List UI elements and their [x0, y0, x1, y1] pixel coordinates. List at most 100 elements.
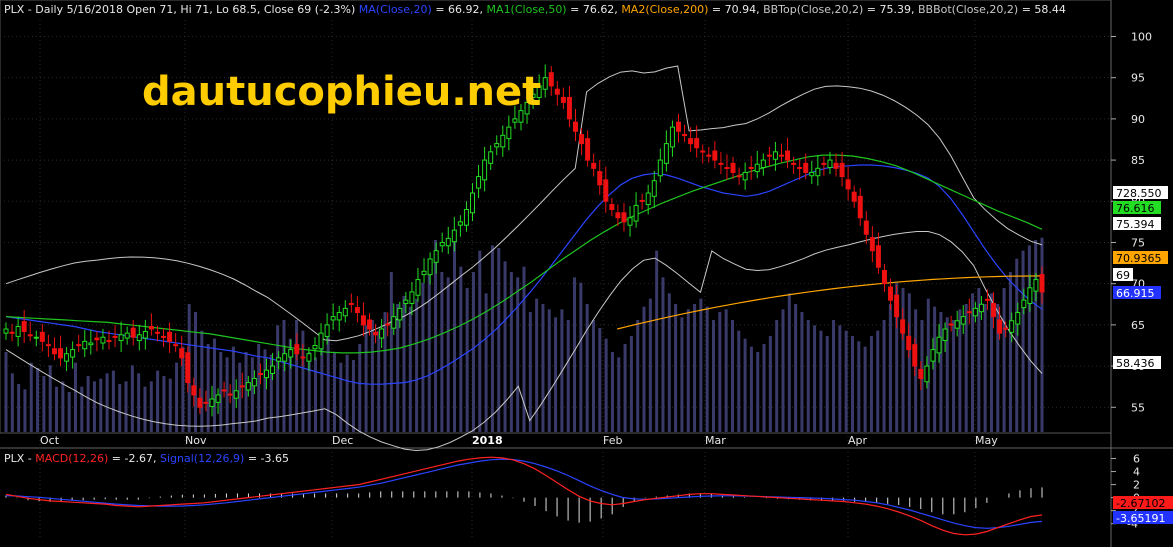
volume-bar: [415, 298, 419, 432]
candle-body: [948, 323, 954, 326]
volume-bar: [573, 277, 577, 432]
candle-body: [1033, 279, 1039, 292]
candle-body: [1009, 320, 1015, 333]
candle-body: [778, 154, 784, 157]
volume-bar: [250, 357, 254, 432]
candle-body: [470, 192, 476, 214]
volume-bar: [10, 373, 14, 432]
volume-bar: [876, 330, 880, 432]
legend-series-name: MA2(Close,200): [621, 3, 708, 16]
volume-bar: [465, 288, 469, 432]
volume-bar: [1008, 272, 1012, 432]
macd-value-tag-label: -3.65191: [1116, 512, 1165, 525]
volume-bar: [629, 336, 633, 432]
volume-bar: [490, 245, 494, 432]
candle-body: [403, 299, 409, 304]
candle-body: [64, 353, 70, 362]
volume-bar: [4, 352, 8, 432]
candle-body: [803, 162, 809, 173]
candle-body: [621, 212, 627, 223]
candle-body: [730, 162, 736, 173]
volume-bar: [674, 304, 678, 432]
volume-bar: [699, 298, 703, 432]
volume-bar: [314, 357, 318, 432]
candle-body: [851, 191, 857, 202]
candle-body: [791, 162, 797, 165]
candle-body: [712, 150, 718, 161]
candle-body: [203, 401, 209, 404]
volume-bar: [762, 344, 766, 432]
volume-bar: [610, 352, 614, 432]
volume-bar: [124, 381, 128, 432]
volume-bar: [111, 370, 115, 432]
candle-body: [863, 220, 869, 235]
candle-body: [494, 143, 500, 148]
volume-bar: [427, 258, 431, 432]
candle-body: [645, 192, 651, 206]
candle-body: [924, 365, 930, 383]
chart-canvas[interactable]: 1009590858075706560556420-2-4OctNovDec20…: [0, 0, 1173, 547]
legend-series-name: BBBot(Close,20,2): [918, 3, 1018, 16]
candle-body: [506, 126, 512, 140]
candle-body: [457, 221, 463, 226]
volume-bar: [585, 304, 589, 432]
macd-value-tag-label: -2.67102: [1116, 497, 1165, 510]
volume-bar: [844, 330, 848, 432]
volume-bar: [604, 338, 608, 432]
volume-bar: [282, 320, 286, 432]
volume-bar: [55, 386, 59, 432]
candle-body: [566, 96, 572, 120]
candle-body: [112, 335, 118, 338]
candle-body: [142, 330, 148, 339]
candle-body: [603, 179, 609, 202]
candle-body: [809, 171, 815, 177]
volume-bar: [351, 360, 355, 432]
candle-body: [845, 179, 851, 190]
candle-body: [888, 286, 894, 301]
candle-body: [58, 348, 64, 359]
macd-tick-label: 2: [1133, 479, 1140, 492]
volume-bar: [636, 320, 640, 432]
candle-body: [694, 138, 700, 149]
candle-body: [27, 334, 33, 337]
candle-body: [966, 311, 972, 314]
candle-body: [585, 138, 591, 161]
candle-body: [821, 162, 827, 165]
candle-body: [251, 377, 257, 387]
candle-body: [869, 237, 875, 252]
volume-bar: [143, 386, 147, 432]
candle-body: [881, 269, 887, 285]
legend-series-value: = 66.92,: [432, 3, 487, 16]
price-header: PLX - Daily 5/16/2018 Open 71, Hi 71, Lo…: [4, 3, 1066, 16]
price-tick-label: 95: [1131, 72, 1145, 85]
candle-body: [385, 323, 391, 326]
volume-bar: [175, 362, 179, 432]
volume-bar: [364, 325, 368, 432]
candle-body: [700, 150, 706, 153]
candle-body: [476, 176, 482, 189]
volume-bar: [756, 352, 760, 432]
legend-series-name: BBTop(Close,20,2): [763, 3, 863, 16]
candle-body: [1015, 312, 1021, 325]
volume-bar: [1034, 240, 1038, 432]
candle-body: [615, 212, 621, 219]
candle-body: [245, 382, 251, 391]
candle-body: [288, 349, 294, 358]
volume-bar: [869, 336, 873, 432]
candle-body: [991, 302, 997, 318]
volume-bar: [389, 272, 393, 432]
volume-bar: [712, 320, 716, 432]
candle-body: [239, 385, 245, 388]
candle-body: [663, 143, 669, 164]
candle-body: [760, 159, 766, 168]
volume-bar: [137, 373, 141, 432]
volume-bar: [686, 309, 690, 432]
candle-body: [433, 250, 439, 263]
volume-bar: [737, 330, 741, 432]
volume-bar: [332, 352, 336, 432]
volume-bar: [554, 317, 558, 432]
candle-body: [215, 394, 221, 403]
candle-body: [191, 385, 197, 396]
volume-bar: [212, 338, 216, 432]
candle-body: [312, 344, 318, 350]
